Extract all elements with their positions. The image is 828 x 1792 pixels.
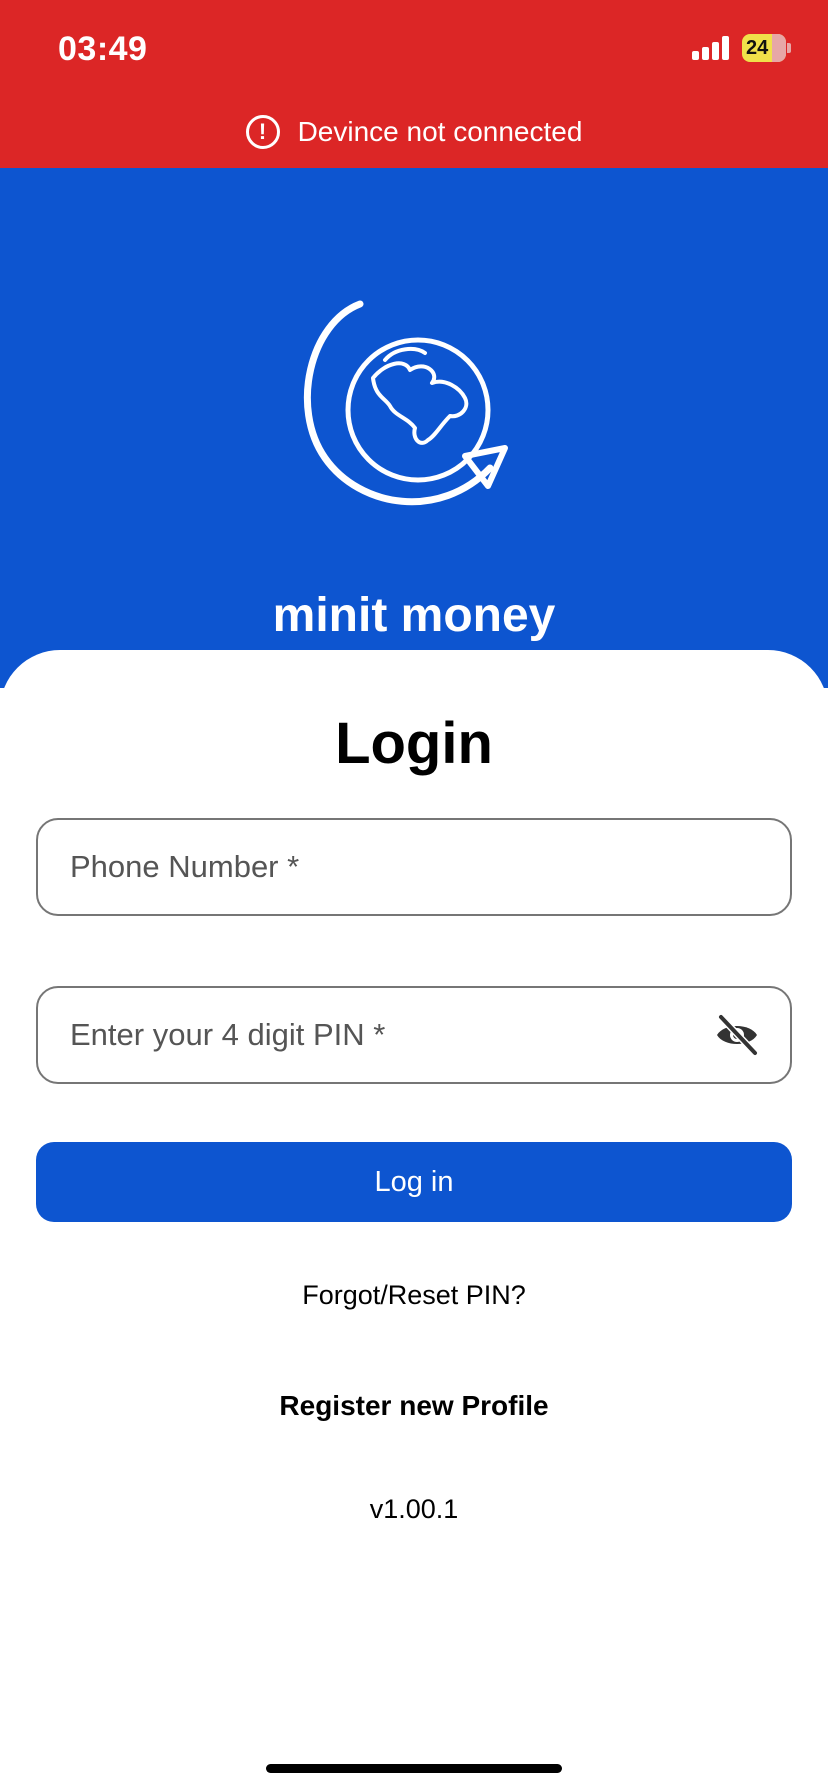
phone-input[interactable] bbox=[68, 848, 760, 886]
status-bar: 03:49 24 ! Devince not connected bbox=[0, 0, 828, 168]
forgot-pin-link[interactable]: Forgot/Reset PIN? bbox=[0, 1280, 828, 1311]
page-title: Login bbox=[335, 711, 493, 776]
register-profile-link[interactable]: Register new Profile bbox=[0, 1390, 828, 1422]
cellular-signal-icon bbox=[692, 36, 730, 60]
alert-circle-icon: ! bbox=[245, 115, 280, 149]
connection-banner: ! Devince not connected bbox=[0, 112, 828, 152]
battery-nub bbox=[787, 43, 791, 53]
login-card: Login Log in Forgot/Reset PIN? Register … bbox=[0, 650, 828, 1792]
battery-icon: 24 bbox=[742, 34, 786, 62]
brand-name: minit money bbox=[272, 589, 556, 642]
banner-text: Devince not connected bbox=[297, 116, 583, 147]
globe-arrow-icon bbox=[303, 300, 508, 506]
home-indicator[interactable] bbox=[266, 1764, 562, 1773]
version-text: v1.00.1 bbox=[369, 1494, 459, 1524]
pin-field[interactable] bbox=[36, 986, 792, 1084]
phone-field[interactable] bbox=[36, 818, 792, 916]
battery-level: 24 bbox=[746, 37, 769, 59]
eye-off-icon[interactable] bbox=[714, 1012, 760, 1058]
hero: minit money bbox=[0, 168, 828, 688]
clock: 03:49 bbox=[58, 30, 148, 68]
login-button[interactable]: Log in bbox=[36, 1142, 792, 1222]
pin-input[interactable] bbox=[68, 1016, 714, 1054]
